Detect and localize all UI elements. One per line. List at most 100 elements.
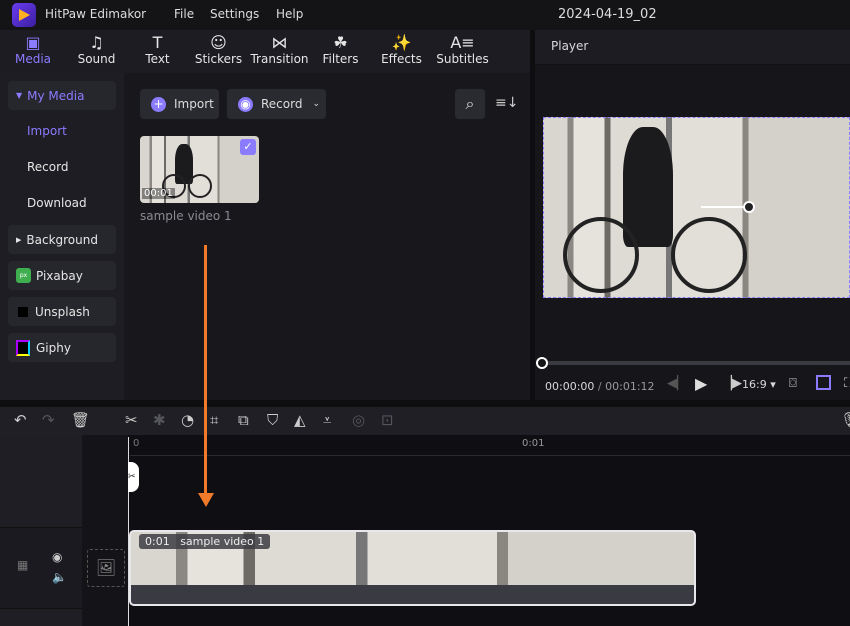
project-name: 2024-04-19_02 [558,7,657,22]
sidebar-unsplash[interactable]: Unsplash [8,297,116,326]
volume-icon[interactable]: 🔈 [52,570,67,584]
eye-icon[interactable]: ◉ [52,550,62,564]
redo-icon[interactable]: ↷ [42,411,55,429]
record-button[interactable]: ◉ Record ⌄ [227,89,326,119]
duration-label: 00:01 [142,188,175,199]
mask-icon[interactable]: ⛉ [267,411,278,429]
record-icon: ◉ [238,96,253,112]
menu-settings[interactable]: Settings [210,7,259,21]
rotate-handle[interactable] [743,201,755,213]
smiley-icon: ☺ [210,33,227,52]
text-to-speech-icon[interactable]: ⊡ [381,411,394,429]
media-thumbnail[interactable]: 00:01 ✓ [140,136,259,203]
text-icon: T [152,33,163,52]
caret-down-icon: ▼ [16,91,23,100]
caret-right-icon: ▶ [16,235,22,244]
label: Import [174,97,214,111]
cover-image-icon[interactable]: 🖼 [87,549,125,587]
tab-label: Text [145,52,170,66]
menu-file[interactable]: File [174,7,194,21]
film-icon: ▦ [17,558,29,572]
unsplash-logo-icon [18,306,28,317]
ruler-label-start: 0 [133,438,140,449]
tab-subtitles[interactable]: A≡ Subtitles [432,30,493,73]
scrubber-handle[interactable] [536,357,548,369]
split-scissors-icon[interactable]: ✂ [128,462,139,492]
tab-text[interactable]: T Text [127,30,188,73]
media-icon: ▣ [25,33,41,52]
tab-media[interactable]: ▣ Media [0,30,66,73]
tab-label: Stickers [194,52,243,66]
crop-icon[interactable]: ⌗ [210,411,218,429]
music-note-icon: ♫ [89,33,104,52]
playback-scrubber[interactable] [541,361,850,365]
delete-icon[interactable]: 🗑 [71,411,90,429]
audio-detach-icon[interactable]: ◎ [352,411,365,429]
sidebar-download[interactable]: Download [27,196,87,210]
sidebar-background[interactable]: ▶ Background [8,225,116,254]
bowtie-icon: ⋈ [271,33,288,52]
tab-label: Media [14,52,52,66]
play-icon[interactable]: ▶ [695,374,707,393]
search-button[interactable]: ⌕ [455,89,485,119]
tab-sound[interactable]: ♫ Sound [66,30,127,73]
crop-frame-icon[interactable] [816,375,831,390]
sidebar-pixabay[interactable]: px Pixabay [8,261,116,290]
video-clip[interactable]: 0:01 sample video 1 [129,530,696,606]
sort-icon[interactable]: ≡↓ [495,95,518,111]
label: Giphy [36,340,71,355]
sidebar-record[interactable]: Record [27,160,68,174]
menu-help[interactable]: Help [276,7,303,21]
giphy-logo-icon [16,339,30,356]
clip-name: sample video 1 [180,535,265,548]
checkbox-checked-icon[interactable]: ✓ [240,139,256,155]
main-toolbar: ▣ Media ♫ Sound T Text ☺ Stickers ⋈ Transitio… [0,30,530,73]
tab-filters[interactable]: ☘ Filters [310,30,371,73]
label: Background [26,232,98,247]
label: My Media [27,88,85,103]
tab-transition[interactable]: ⋈ Transition [249,30,310,73]
flip-icon[interactable]: ⩡ [323,411,331,429]
tab-stickers[interactable]: ☺ Stickers [188,30,249,73]
time-readout: 00:00:00 / 00:01:12 [545,380,655,393]
cover-column [82,435,128,626]
clip-time: 0:01 [145,535,170,548]
scissors-icon[interactable]: ✂ [125,411,138,429]
magic-wand-icon: ✨ [391,33,412,52]
search-icon: ⌕ [465,94,475,113]
filters-icon: ☘ [333,33,348,52]
freeze-icon[interactable]: ✱ [153,411,166,429]
app-logo [12,3,36,27]
time-separator: / [597,380,602,393]
microphone-icon[interactable]: 🎙 [840,411,850,429]
aspect-ratio-dropdown[interactable]: 16:9 ▾ [742,378,776,391]
video-preview[interactable] [543,117,850,298]
speed-icon[interactable]: ◔ [181,411,194,429]
time-ruler[interactable] [130,455,850,456]
sidebar-import[interactable]: Import [27,124,67,138]
current-time: 00:00:00 [545,380,595,393]
tab-label: Sound [77,52,116,66]
sidebar-my-media[interactable]: ▼ My Media [8,81,116,110]
undo-icon[interactable]: ↶ [14,411,27,429]
camera-icon[interactable]: ⌼ [789,376,797,391]
ruler-label: 0:01 [522,438,545,449]
next-frame-icon[interactable]: ▕▶ [722,376,742,391]
plus-icon: + [151,96,166,112]
tab-effects[interactable]: ✨ Effects [371,30,432,73]
player-header: Player [535,30,850,65]
mirror-icon[interactable]: ◭ [294,411,306,429]
label: Unsplash [35,304,90,319]
tab-label: Subtitles [436,52,489,66]
clip-label: 0:01 sample video 1 [139,534,271,549]
arrow-head-icon [198,493,214,507]
video-track-header [0,527,82,609]
chevron-down-icon: ⌄ [312,99,321,109]
app-title: HitPaw Edimakor [45,7,147,21]
import-button[interactable]: + Import [140,89,219,119]
resize-icon[interactable]: ⧉ [238,411,249,429]
tab-label: Effects [381,52,422,66]
previous-frame-icon[interactable]: ◀▏ [667,376,687,391]
sidebar-giphy[interactable]: Giphy [8,333,116,362]
fullscreen-icon[interactable]: ⛶ [844,376,850,391]
